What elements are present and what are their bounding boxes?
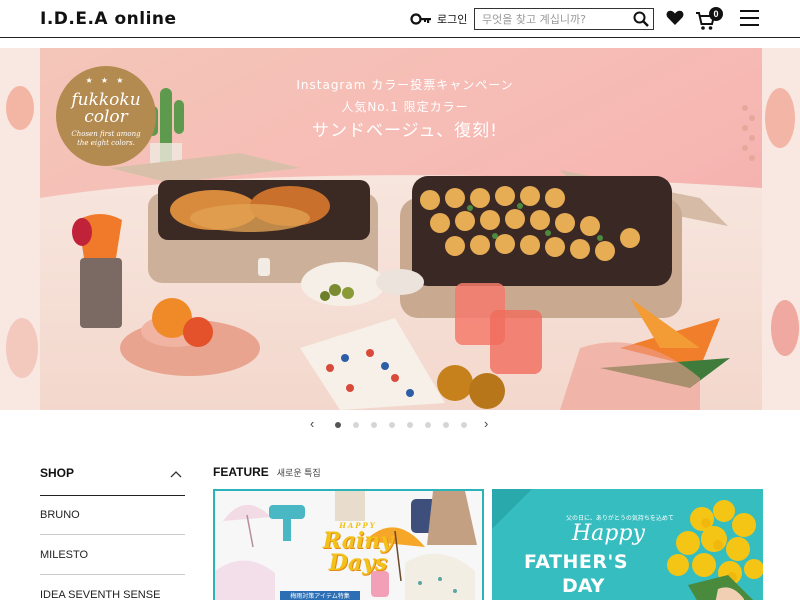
shop-item-milesto[interactable]: MILESTO [40,536,185,575]
star-icon: ★ ★ ★ [85,76,127,85]
login-label: 로그인 [437,14,468,26]
fathers-day-line2: DAY [562,575,605,597]
search-box [474,8,654,30]
shop-item-bruno[interactable]: BRUNO [40,496,185,535]
site-header: I.D.E.A online 로그인 0 [0,0,800,38]
feature-title: FEATURE [213,465,269,479]
cart-count-badge: 0 [709,7,723,21]
badge-subtitle: Chosen first among the eight colors. [71,130,141,147]
hero-copy: Instagram カラー投票キャンペーン 人気No.1 限定カラー サンドベー… [290,77,520,141]
carousel-dot[interactable] [389,422,395,428]
carousel-pagination: ‹ › [306,416,496,432]
site-logo[interactable]: I.D.E.A online [40,9,177,29]
carousel-dot[interactable] [353,422,359,428]
hero-banner[interactable]: ★ ★ ★ fukkoku color Chosen first among t… [0,48,800,410]
login-link[interactable]: 로그인 [410,11,467,27]
carousel-dot[interactable] [335,422,341,428]
key-icon [410,13,431,25]
days-word: Days [328,550,388,576]
feature-subtitle: 새로운 특집 [276,468,321,478]
rainy-strip: 梅雨対策アイテム特集 [280,591,360,600]
heart-icon[interactable] [666,10,684,26]
carousel-prev-arrow[interactable]: ‹ [310,416,314,431]
search-icon[interactable] [633,11,649,27]
fathers-day-happy: Happy [572,521,645,546]
carousel-dot[interactable] [407,422,413,428]
rainy-days-title: HAPPY Rainy Days [303,521,413,574]
shop-title[interactable]: SHOP [40,466,74,480]
fathers-day-line1: FATHER'S [524,551,629,573]
carousel-dot[interactable] [425,422,431,428]
chevron-up-icon[interactable] [170,470,182,478]
carousel-dot[interactable] [371,422,377,428]
menu-icon[interactable] [740,10,759,27]
badge-title: fukkoku color [71,90,141,127]
feature-card-fathers-day[interactable]: 父の日に、ありがとうの気持ちを込めて Happy FATHER'S DAY [492,489,763,600]
hero-line-3: サンドベージュ、復刻! [312,121,498,141]
carousel-next-arrow[interactable]: › [484,416,488,431]
shop-item-idea-seventh-sense[interactable]: IDEA SEVENTH SENSE [40,576,185,600]
search-input[interactable] [475,9,627,29]
hero-line-1: Instagram カラー投票キャンペーン [296,78,514,92]
hero-overlay: ★ ★ ★ fukkoku color Chosen first among t… [0,48,800,410]
feature-card-rainy-days[interactable]: HAPPY Rainy Days 梅雨対策アイテム特集 [213,489,484,600]
hero-line-2: 人気No.1 限定カラー [341,100,469,114]
rainy-word: Rainy [322,528,394,554]
feature-header: FEATURE 새로운 특집 [213,465,321,479]
carousel-dot[interactable] [443,422,449,428]
cart-button[interactable]: 0 [695,7,725,30]
carousel-dot[interactable] [461,422,467,428]
fukkoku-badge: ★ ★ ★ fukkoku color Chosen first among t… [56,66,156,166]
